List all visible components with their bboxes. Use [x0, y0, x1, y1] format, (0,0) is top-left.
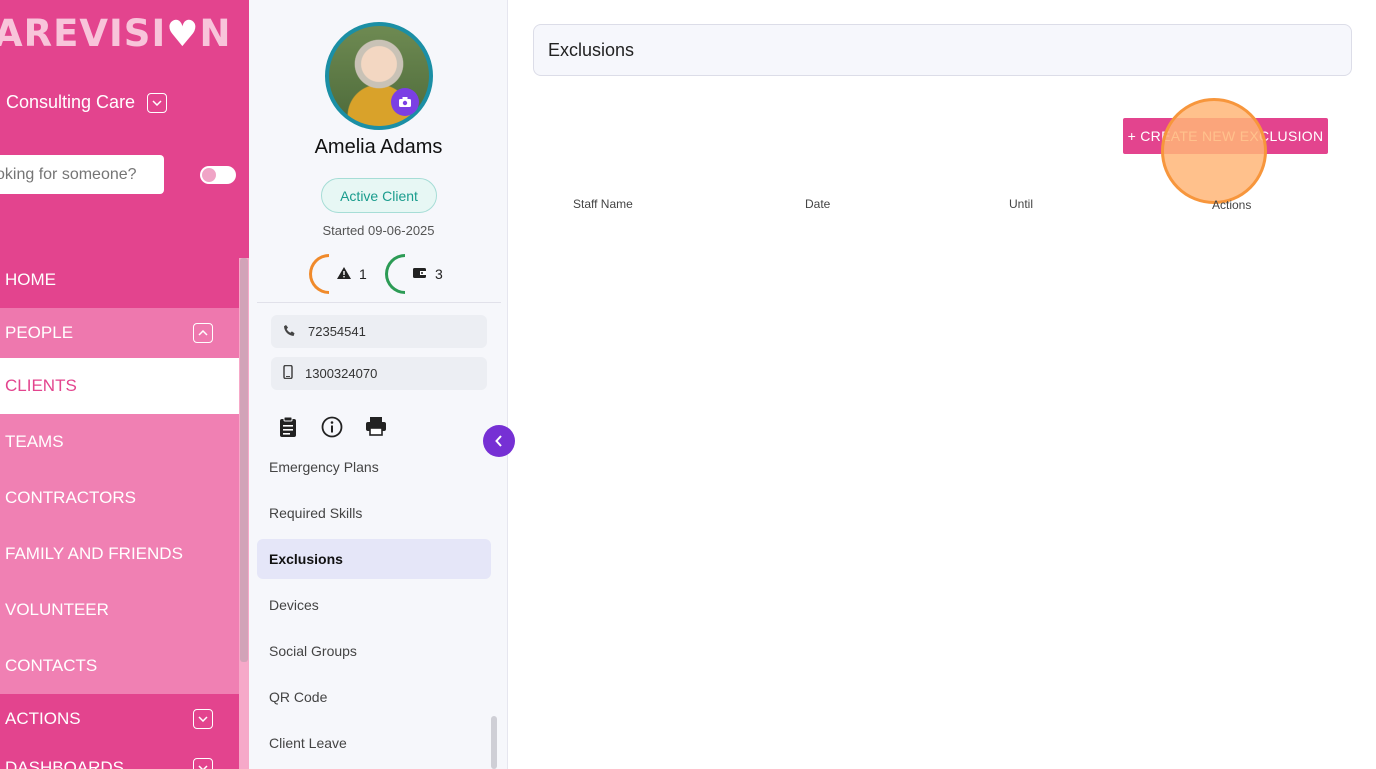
- warning-icon: [337, 266, 351, 282]
- nav-item-contacts[interactable]: CONTACTS: [0, 638, 239, 694]
- org-name: Consulting Care: [6, 92, 136, 112]
- wallet-stat[interactable]: 3: [385, 254, 443, 294]
- nav-item-volunteer[interactable]: VOLUNTEER: [0, 582, 239, 638]
- menu-item-emergency-plans[interactable]: Emergency Plans: [257, 444, 491, 490]
- nav-item-label: HOME: [5, 270, 56, 289]
- chevron-up-icon[interactable]: [193, 323, 213, 343]
- wallet-count: 3: [435, 266, 443, 282]
- menu-item-exclusions[interactable]: Exclusions: [257, 539, 491, 579]
- nav-item-actions[interactable]: ACTIONS: [0, 694, 239, 744]
- chevron-down-icon[interactable]: [193, 709, 213, 729]
- nav-item-people[interactable]: PEOPLE: [0, 308, 239, 358]
- view-toggle[interactable]: [200, 166, 236, 184]
- nav-item-label: CONTRACTORS: [5, 488, 136, 507]
- chevron-down-icon[interactable]: [193, 758, 213, 769]
- menu-item-devices[interactable]: Devices: [257, 582, 491, 628]
- phone-field[interactable]: 72354541: [271, 315, 487, 348]
- alerts-count: 1: [359, 266, 367, 282]
- nav-item-label: CLIENTS: [5, 376, 77, 395]
- logo-heart-icon: ♥: [166, 14, 200, 55]
- info-icon[interactable]: [321, 416, 343, 444]
- phone-icon: [283, 324, 296, 340]
- nav-item-home[interactable]: HOME: [0, 252, 239, 308]
- start-date: Started 09-06-2025: [322, 223, 435, 238]
- logo-text-end: N: [199, 12, 232, 55]
- nav-item-teams[interactable]: TEAMS: [0, 414, 239, 470]
- nav-item-label: PEOPLE: [5, 323, 74, 342]
- nav-item-label: TEAMS: [5, 432, 64, 451]
- client-name: Amelia Adams: [314, 136, 443, 158]
- wallet-ring: [385, 254, 405, 294]
- menu-item-client-leave[interactable]: Client Leave: [257, 720, 491, 766]
- column-header-staff-name[interactable]: Staff Name: [573, 197, 633, 211]
- phone-number: 72354541: [308, 324, 366, 339]
- people-search-input[interactable]: [0, 155, 164, 194]
- nav-item-label: DASHBOARDS: [5, 758, 125, 769]
- panel-scrollbar[interactable]: [491, 716, 497, 769]
- clipboard-icon[interactable]: [277, 416, 299, 444]
- main-navigation: AREVISI♥N Consulting Care HOME PEOPLE CL…: [0, 0, 249, 769]
- menu-item-qr-code[interactable]: QR Code: [257, 674, 491, 720]
- nav-item-family-and-friends[interactable]: FAMILY AND FRIENDS: [0, 526, 239, 582]
- nav-item-label: CONTACTS: [5, 656, 98, 675]
- collapse-panel-button[interactable]: [483, 425, 515, 457]
- nav-item-dashboards[interactable]: DASHBOARDS: [0, 744, 239, 769]
- client-profile-panel: Amelia Adams Active Client Started 09-06…: [249, 0, 508, 769]
- logo-text: AREVISI: [0, 12, 167, 55]
- column-header-until[interactable]: Until: [1009, 197, 1033, 211]
- menu-item-social-groups[interactable]: Social Groups: [257, 628, 491, 674]
- alerts-stat[interactable]: 1: [309, 254, 367, 294]
- profile-toolbar: [277, 416, 387, 444]
- chevron-left-icon: [495, 435, 502, 447]
- mobile-number: 1300324070: [305, 366, 378, 381]
- nav-item-label: ACTIONS: [5, 709, 81, 728]
- divider: [257, 302, 501, 303]
- wallet-icon: [413, 266, 427, 282]
- nav-scrollbar-thumb[interactable]: [240, 258, 248, 662]
- menu-item-required-skills[interactable]: Required Skills: [257, 490, 491, 536]
- chevron-down-icon[interactable]: [147, 92, 168, 113]
- status-badge: Active Client: [321, 178, 437, 213]
- page-title: Exclusions: [533, 24, 1352, 76]
- nav-item-clients[interactable]: CLIENTS: [0, 358, 239, 414]
- click-indicator: [1161, 98, 1267, 204]
- nav-item-label: FAMILY AND FRIENDS: [5, 544, 183, 563]
- app-logo[interactable]: AREVISI♥N: [0, 12, 231, 55]
- nav-list: HOME PEOPLE CLIENTS TEAMS CONTRACTORS FA…: [0, 252, 239, 769]
- camera-icon[interactable]: [391, 88, 419, 116]
- nav-item-label: VOLUNTEER: [5, 600, 109, 619]
- column-header-date[interactable]: Date: [805, 197, 830, 211]
- nav-item-contractors[interactable]: CONTRACTORS: [0, 470, 239, 526]
- column-header-actions: Actions: [1212, 198, 1252, 212]
- avatar: [325, 22, 433, 130]
- mobile-field[interactable]: 1300324070: [271, 357, 487, 390]
- org-selector[interactable]: Consulting Care: [6, 92, 168, 113]
- profile-menu: Emergency Plans Required Skills Exclusio…: [257, 444, 491, 766]
- mobile-icon: [283, 364, 293, 382]
- print-icon[interactable]: [365, 416, 387, 444]
- alerts-ring: [309, 254, 329, 294]
